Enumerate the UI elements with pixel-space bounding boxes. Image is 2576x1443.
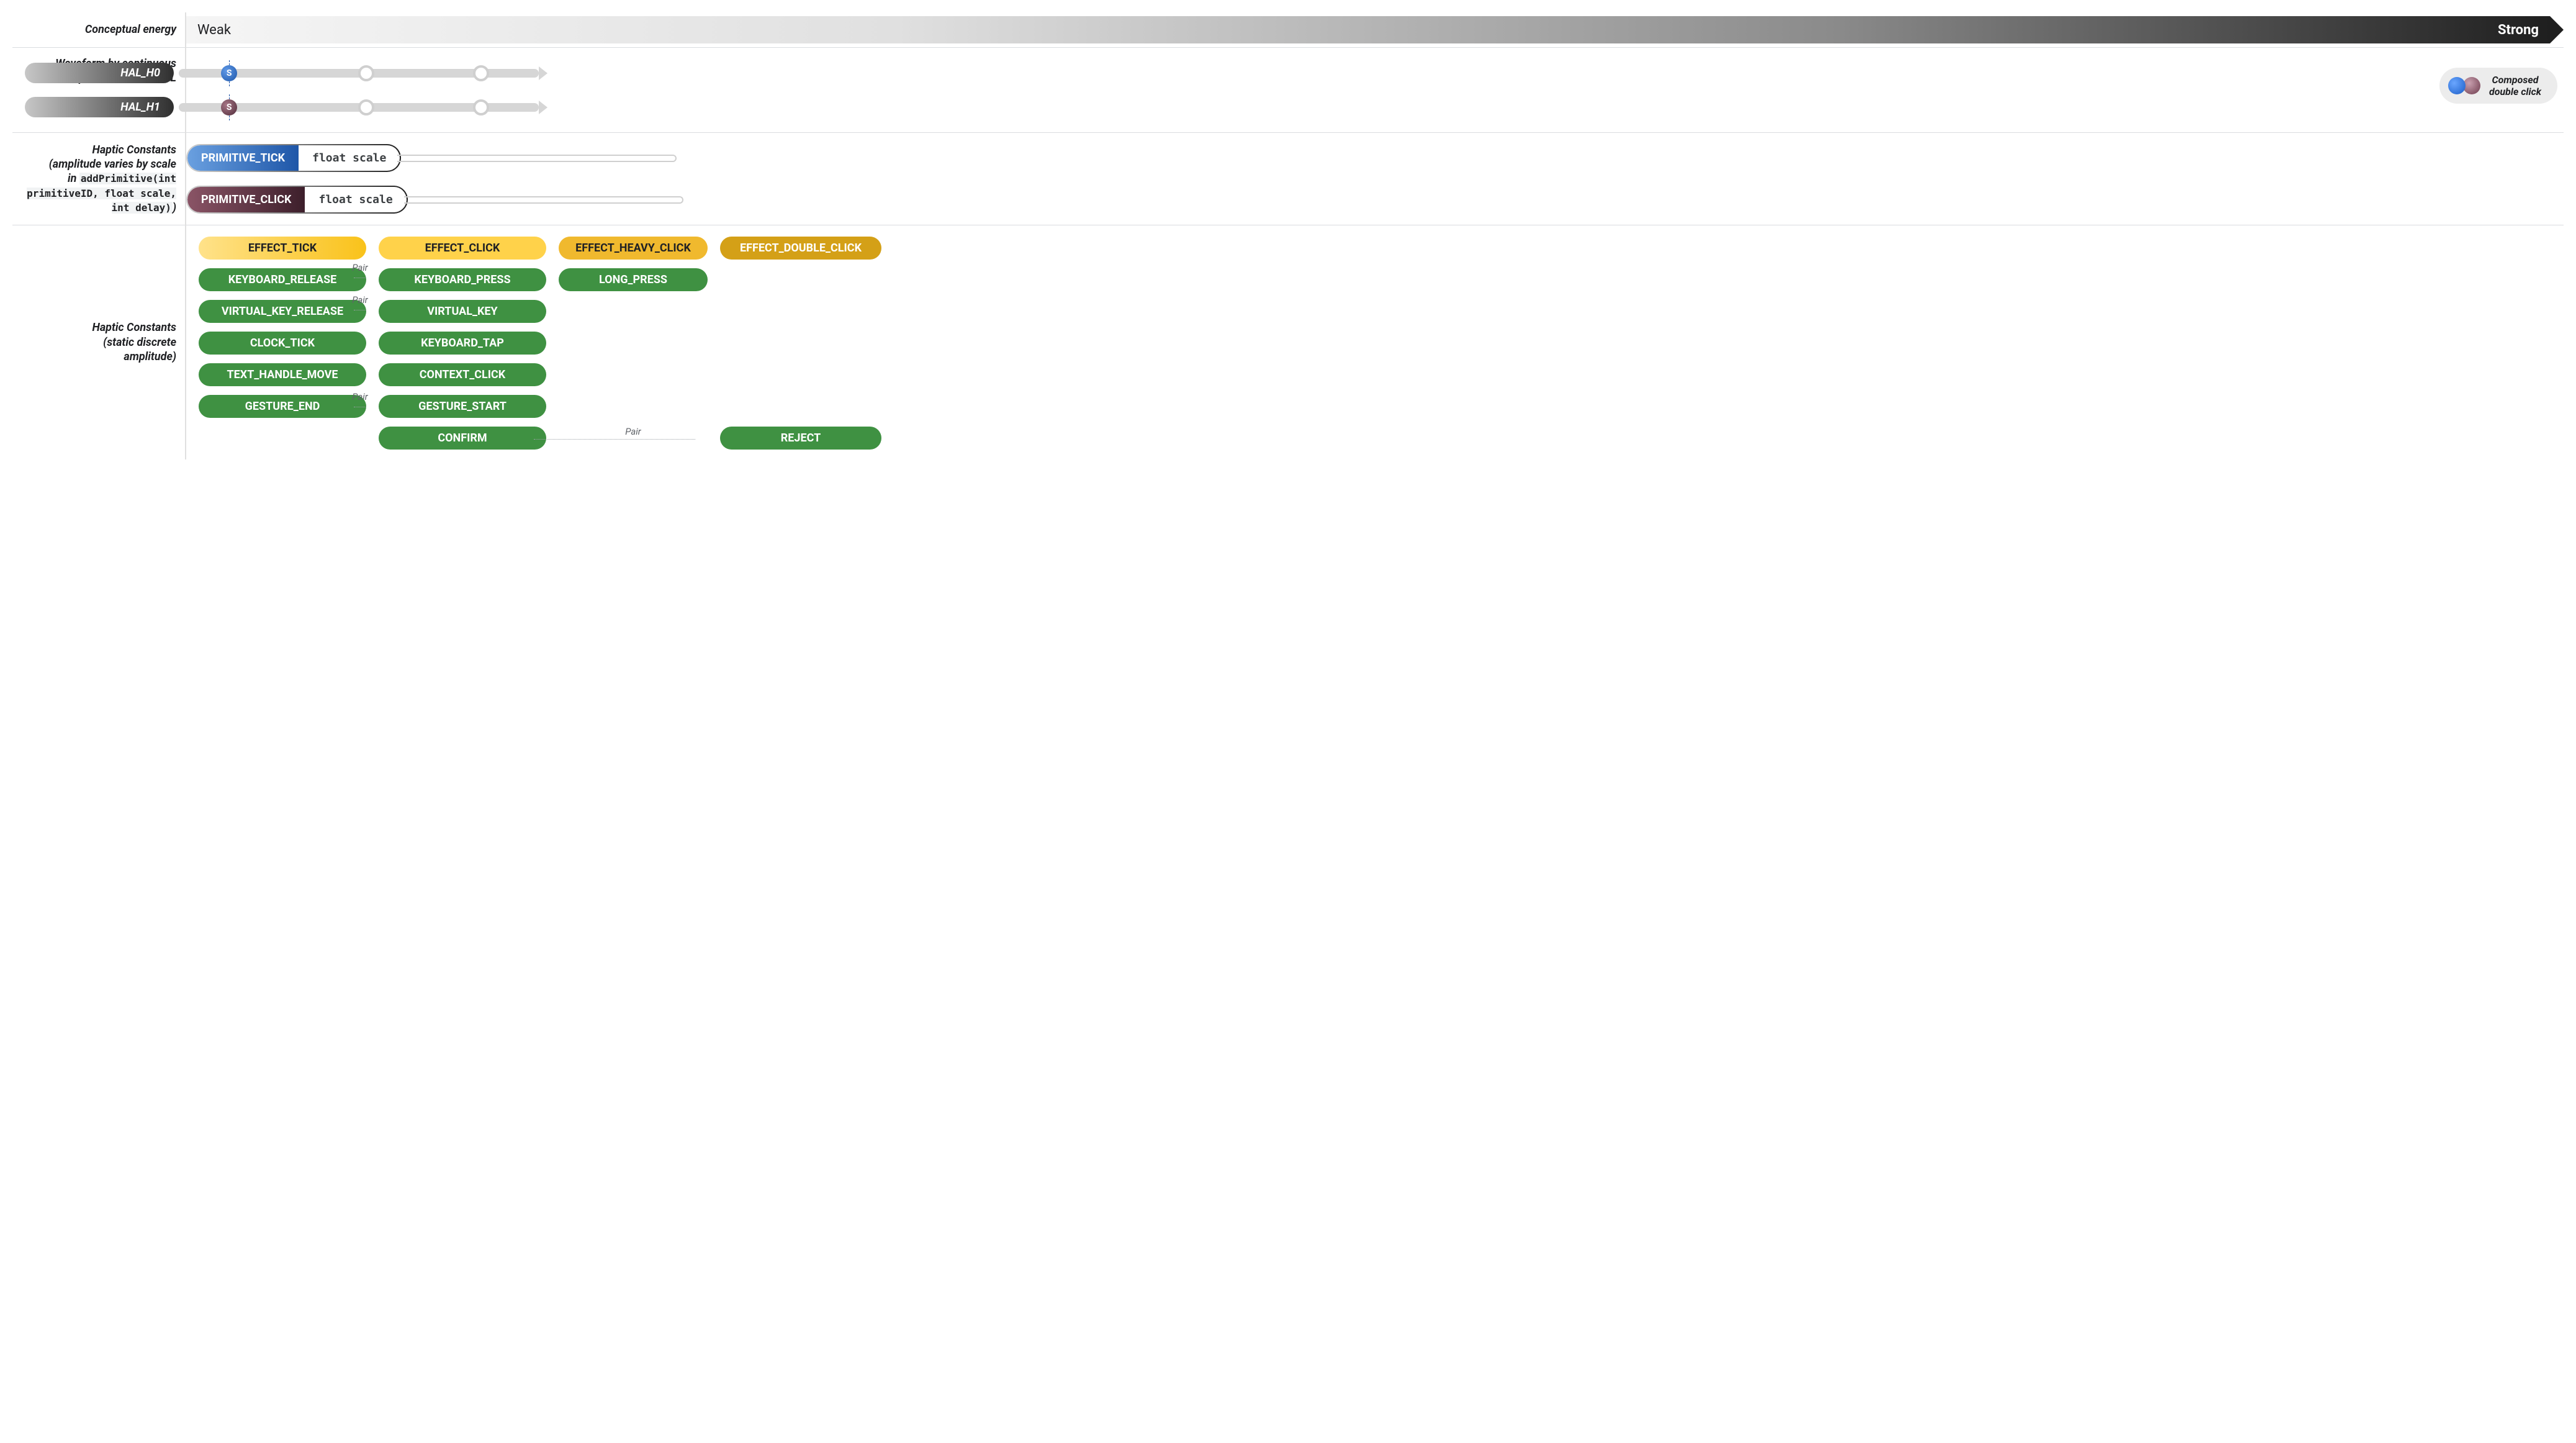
chip-keyboard-tap: KEYBOARD_TAP — [379, 332, 546, 355]
chip-confirm: CONFIRM — [379, 427, 546, 450]
hal-h0-stop-2 — [358, 65, 374, 81]
hal-h1-marker-s: S — [221, 99, 237, 115]
hal-h0-row: HAL_H0 S — [25, 63, 2564, 83]
primitive-click-track — [404, 196, 683, 204]
label-text: Conceptual energy — [85, 22, 176, 37]
label-hal-section: Waveform by continuous amplitude scale i… — [12, 48, 180, 132]
primitive-tick-track — [397, 155, 677, 162]
chip-keyboard-release: KEYBOARD_RELEASE — [199, 268, 366, 291]
chip-keyboard-press: KEYBOARD_PRESS — [379, 268, 546, 291]
chip-effect-tick: EFFECT_TICK — [199, 237, 366, 260]
chip-effect-heavy-click: EFFECT_HEAVY_CLICK — [559, 237, 708, 260]
chip-reject: REJECT — [720, 427, 881, 450]
arrowhead-icon — [539, 101, 547, 114]
chip-effect-click: EFFECT_CLICK — [379, 237, 546, 260]
hal-h1-row: HAL_H1 S — [25, 97, 2564, 117]
arrowhead-icon — [2550, 16, 2564, 43]
energy-strong-label: Strong — [2498, 22, 2539, 38]
label-primitives-section: Haptic Constants (amplitude varies by sc… — [12, 133, 180, 225]
code-addprimitive: addPrimitive(int primitiveID, float scal… — [27, 173, 176, 214]
chip-virtual-key: VIRTUAL_KEY — [379, 300, 546, 323]
primitive-tick-scale: float scale — [300, 147, 399, 170]
primitive-tick-row: PRIMITIVE_TICK float scale — [186, 144, 2564, 172]
chip-clock-tick: CLOCK_TICK — [199, 332, 366, 355]
dot-blue-icon — [2448, 77, 2466, 94]
label-constants-section: Haptic Constants (static discrete amplit… — [12, 225, 180, 459]
hal-h0-marker-s: S — [221, 65, 237, 81]
hal-h0-track: S — [179, 69, 539, 78]
chip-context-click: CONTEXT_CLICK — [379, 363, 546, 386]
arrowhead-icon — [539, 66, 547, 80]
chip-gesture-start: GESTURE_START — [379, 395, 546, 418]
primitive-click-row: PRIMITIVE_CLICK float scale — [186, 186, 2564, 214]
energy-weak-label: Weak — [197, 22, 231, 38]
composed-double-click-pill: Composed double click — [2439, 68, 2557, 104]
primitive-click-chip: PRIMITIVE_CLICK — [187, 187, 305, 212]
chip-long-press: LONG_PRESS — [559, 268, 708, 291]
hal-h1-track: S — [179, 103, 539, 112]
chip-text-handle-move: TEXT_HANDLE_MOVE — [199, 363, 366, 386]
dot-maroon-icon — [2463, 77, 2480, 94]
primitive-tick-chip: PRIMITIVE_TICK — [187, 145, 299, 171]
energy-gradient-bar: Weak Strong — [186, 16, 2564, 43]
chip-gesture-end: GESTURE_END — [199, 395, 366, 418]
hal-h1-stop-2 — [358, 99, 374, 115]
hal-h0-pill: HAL_H0 — [25, 63, 174, 83]
label-conceptual-energy: Conceptual energy — [12, 12, 180, 47]
hal-h0-stop-3 — [473, 65, 489, 81]
hal-h1-pill: HAL_H1 — [25, 97, 174, 117]
chip-effect-double-click: EFFECT_DOUBLE_CLICK — [720, 237, 881, 260]
primitive-click-scale: float scale — [306, 188, 405, 211]
hal-h1-stop-3 — [473, 99, 489, 115]
chip-virtual-key-release: VIRTUAL_KEY_RELEASE — [199, 300, 366, 323]
